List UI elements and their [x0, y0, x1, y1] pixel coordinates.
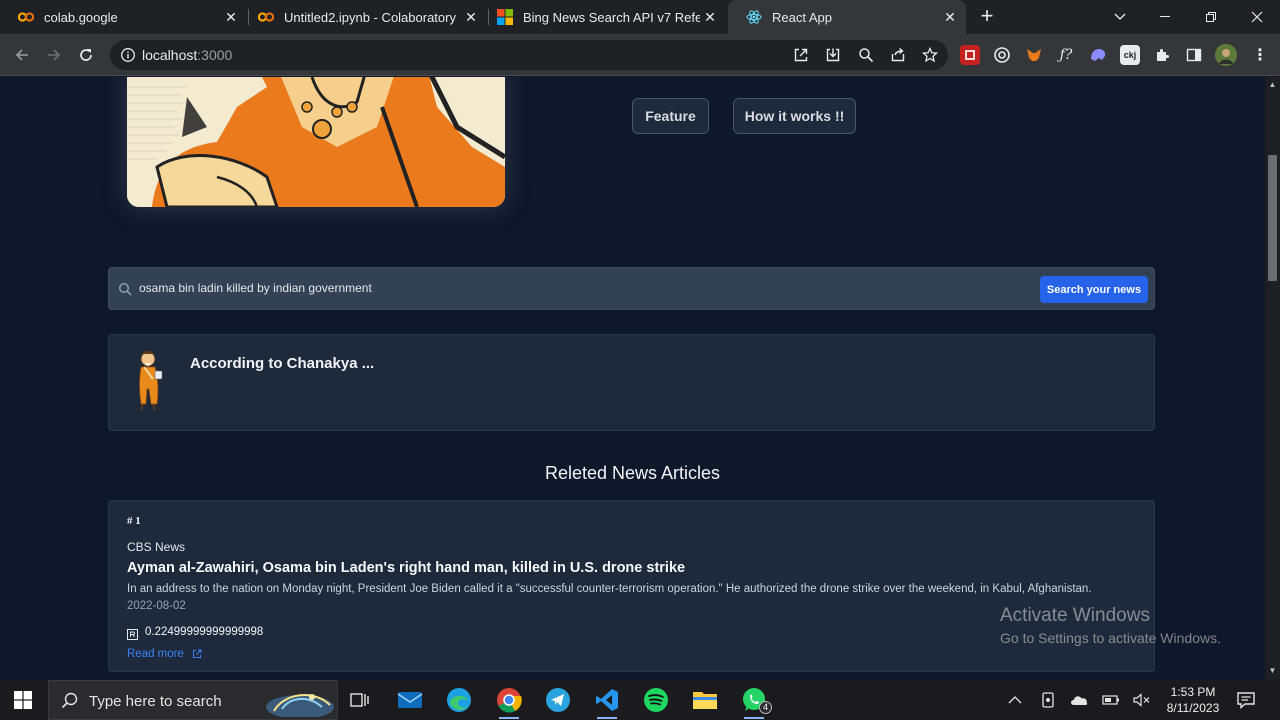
whatsapp-icon[interactable]: 4	[738, 684, 772, 719]
address-bar[interactable]: localhost:3000	[110, 40, 948, 70]
clock-date: 8/11/2023	[1166, 701, 1220, 715]
tab-bing-news-api[interactable]: Bing News Search API v7 Referen ✕	[479, 0, 726, 34]
windows-start-icon[interactable]	[14, 691, 32, 709]
taskbar-search-placeholder: Type here to search	[89, 693, 222, 710]
tab-search-icon[interactable]	[1097, 0, 1143, 34]
battery-icon[interactable]	[1102, 691, 1120, 709]
related-news-title: Releted News Articles	[544, 463, 721, 483]
ghost-extension-icon[interactable]	[1088, 45, 1108, 65]
read-more-link[interactable]: Read more	[127, 648, 202, 660]
close-tab-icon[interactable]: ✕	[221, 7, 241, 27]
restore-button[interactable]	[1188, 0, 1234, 34]
close-tab-icon[interactable]: ✕	[461, 7, 481, 27]
windows-taskbar: Type here to search 4 1:53 PM 8/11/2023	[0, 680, 1280, 720]
article-rank: # 1	[127, 515, 141, 527]
extension-badge-icon[interactable]: ckj	[1120, 45, 1140, 65]
tab-react-app[interactable]: React App ✕	[728, 0, 966, 34]
profile-avatar[interactable]	[1215, 44, 1237, 66]
page-viewport: Feature How it works !! Search your news…	[0, 77, 1265, 680]
read-more-label: Read more	[127, 648, 184, 660]
feature-button[interactable]: Feature	[632, 98, 709, 134]
chanakya-hero-image	[127, 77, 505, 207]
spotify-icon[interactable]	[640, 684, 672, 716]
news-article-card: # 1 CBS News Ayman al-Zawahiri, Osama bi…	[108, 500, 1155, 672]
site-info-icon[interactable]	[120, 47, 136, 63]
metamask-icon[interactable]	[1024, 45, 1044, 65]
chanakya-answer-card: According to Chanakya ...	[108, 334, 1155, 431]
task-view-icon[interactable]	[344, 684, 376, 716]
extensions-puzzle-icon[interactable]	[1152, 45, 1172, 65]
scroll-up-arrow-icon[interactable]: ▲	[1268, 81, 1277, 89]
article-source: CBS News	[127, 540, 186, 554]
article-description: In an address to the nation on Monday ni…	[127, 583, 1092, 595]
close-tab-icon[interactable]: ✕	[940, 7, 960, 27]
meet-now-icon[interactable]	[1039, 691, 1057, 709]
edge-browser-icon[interactable]	[443, 684, 475, 716]
search-highlight-illustration	[264, 685, 336, 719]
close-tab-icon[interactable]: ✕	[700, 7, 720, 27]
function-extension-icon[interactable]: ƒ?	[1056, 45, 1076, 65]
whatsapp-badge: 4	[759, 701, 772, 714]
tab-title: Untitled2.ipynb - Colaboratory	[284, 9, 456, 25]
minimize-button[interactable]	[1142, 0, 1188, 34]
onedrive-cloud-icon[interactable]	[1070, 691, 1088, 709]
notification-center-icon[interactable]	[1236, 690, 1256, 710]
side-panel-icon[interactable]	[1184, 45, 1204, 65]
article-score: 0.22499999999999998	[145, 626, 264, 638]
close-window-button[interactable]	[1234, 0, 1280, 34]
mail-app-icon[interactable]	[394, 684, 426, 716]
article-date: 2022-08-02	[127, 600, 186, 612]
news-search-bar: Search your news	[108, 267, 1155, 310]
forward-button[interactable]	[42, 43, 66, 67]
react-icon	[746, 9, 762, 25]
clock-time: 1:53 PM	[1170, 685, 1216, 699]
extension-target-icon[interactable]	[992, 45, 1012, 65]
show-hidden-icons-icon[interactable]	[1006, 691, 1024, 709]
volume-muted-icon[interactable]	[1133, 691, 1151, 709]
external-link-icon	[192, 649, 202, 659]
install-app-icon[interactable]	[825, 47, 841, 63]
watermark-title: Activate Windows	[1000, 605, 1150, 626]
browser-tab-strip: colab.google ✕ Untitled2.ipynb - Colabor…	[0, 0, 1280, 34]
browser-toolbar: localhost:3000 ƒ? ckj ⋮	[0, 34, 1280, 76]
search-icon	[61, 692, 78, 709]
score-icon	[127, 627, 138, 640]
back-button[interactable]	[10, 43, 34, 67]
search-news-button[interactable]: Search your news	[1040, 276, 1148, 303]
scrollbar-thumb[interactable]	[1268, 155, 1277, 281]
colab-icon	[258, 9, 274, 25]
file-explorer-icon[interactable]	[689, 684, 721, 716]
zoom-icon[interactable]	[858, 47, 874, 63]
article-title: Ayman al-Zawahiri, Osama bin Laden's rig…	[127, 560, 686, 576]
watermark-subtitle: Go to Settings to activate Windows.	[1000, 630, 1221, 646]
new-tab-button[interactable]: +	[976, 5, 998, 27]
open-in-window-icon[interactable]	[793, 47, 809, 63]
chanakya-avatar	[129, 349, 169, 411]
browser-menu-icon[interactable]: ⋮	[1250, 45, 1270, 65]
activate-windows-watermark: Activate Windows Go to Settings to activ…	[1000, 605, 1221, 646]
page-scrollbar[interactable]: ▲ ▼	[1265, 77, 1280, 680]
search-icon	[118, 282, 132, 296]
tab-colab-google[interactable]: colab.google ✕	[0, 0, 247, 34]
vscode-icon[interactable]	[591, 684, 623, 719]
tab-title: React App	[772, 9, 832, 25]
microsoft-icon	[497, 9, 513, 25]
scroll-down-arrow-icon[interactable]: ▼	[1268, 667, 1277, 675]
chrome-browser-icon[interactable]	[493, 684, 525, 719]
taskbar-clock[interactable]: 1:53 PM 8/11/2023	[1156, 684, 1230, 716]
taskbar-search-box[interactable]: Type here to search	[48, 680, 338, 720]
tab-title: Bing News Search API v7 Referen	[523, 9, 700, 25]
how-it-works-button[interactable]: How it works !!	[733, 98, 856, 134]
chanakya-heading: According to Chanakya ...	[190, 355, 375, 372]
colab-icon	[18, 9, 34, 25]
tab-title: colab.google	[44, 9, 118, 25]
share-icon[interactable]	[890, 47, 906, 63]
url-text: localhost:3000	[142, 47, 233, 63]
reload-button[interactable]	[74, 43, 98, 67]
bookmark-star-icon[interactable]	[921, 46, 939, 63]
tab-untitled-notebook[interactable]: Untitled2.ipynb - Colaboratory ✕	[240, 0, 487, 34]
news-search-input[interactable]	[139, 281, 1019, 295]
extension-red-icon[interactable]	[960, 45, 980, 65]
telegram-icon[interactable]	[542, 684, 574, 716]
